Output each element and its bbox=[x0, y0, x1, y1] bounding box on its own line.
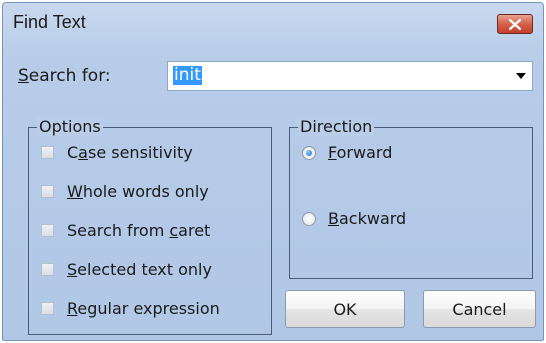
selected-text-only-label: Selected text only bbox=[67, 260, 212, 279]
search-for-label: Search for: bbox=[18, 66, 111, 86]
backward-option[interactable]: Backward bbox=[302, 209, 406, 228]
search-from-caret-label: Search from caret bbox=[67, 221, 211, 240]
close-button[interactable] bbox=[497, 14, 533, 34]
options-group: Options Case sensitivity Whole words onl… bbox=[28, 117, 272, 335]
forward-radio[interactable] bbox=[302, 145, 316, 160]
selected-text-only-option[interactable]: Selected text only bbox=[41, 260, 212, 279]
whole-words-checkbox[interactable] bbox=[41, 185, 54, 198]
backward-label: Backward bbox=[328, 209, 407, 228]
ok-button[interactable]: OK bbox=[285, 290, 405, 328]
backward-radio[interactable] bbox=[302, 211, 316, 226]
whole-words-label: Whole words only bbox=[67, 182, 209, 201]
forward-label: Forward bbox=[328, 143, 393, 162]
title-bar[interactable]: Find Text bbox=[3, 3, 543, 43]
close-icon bbox=[509, 18, 521, 30]
regular-expression-option[interactable]: Regular expression bbox=[41, 299, 220, 318]
options-legend: Options bbox=[37, 117, 103, 136]
search-input-value[interactable]: init bbox=[173, 66, 202, 85]
regular-expression-checkbox[interactable] bbox=[41, 302, 54, 315]
chevron-down-icon[interactable] bbox=[516, 73, 526, 79]
search-combobox[interactable]: init bbox=[167, 61, 533, 91]
direction-legend: Direction bbox=[298, 117, 375, 136]
cancel-button[interactable]: Cancel bbox=[423, 290, 536, 328]
dialog-title: Find Text bbox=[13, 12, 86, 32]
search-from-caret-checkbox[interactable] bbox=[41, 224, 54, 237]
case-sensitivity-label: Case sensitivity bbox=[67, 143, 193, 162]
forward-option[interactable]: Forward bbox=[302, 143, 392, 162]
selected-text-only-checkbox[interactable] bbox=[41, 263, 54, 276]
case-sensitivity-option[interactable]: Case sensitivity bbox=[41, 143, 193, 162]
regular-expression-label: Regular expression bbox=[67, 299, 220, 318]
whole-words-option[interactable]: Whole words only bbox=[41, 182, 209, 201]
direction-group: Direction Forward Backward bbox=[289, 117, 533, 279]
search-from-caret-option[interactable]: Search from caret bbox=[41, 221, 210, 240]
case-sensitivity-checkbox[interactable] bbox=[41, 146, 54, 159]
find-text-dialog: Find Text Search for: init Options Case … bbox=[2, 2, 544, 341]
